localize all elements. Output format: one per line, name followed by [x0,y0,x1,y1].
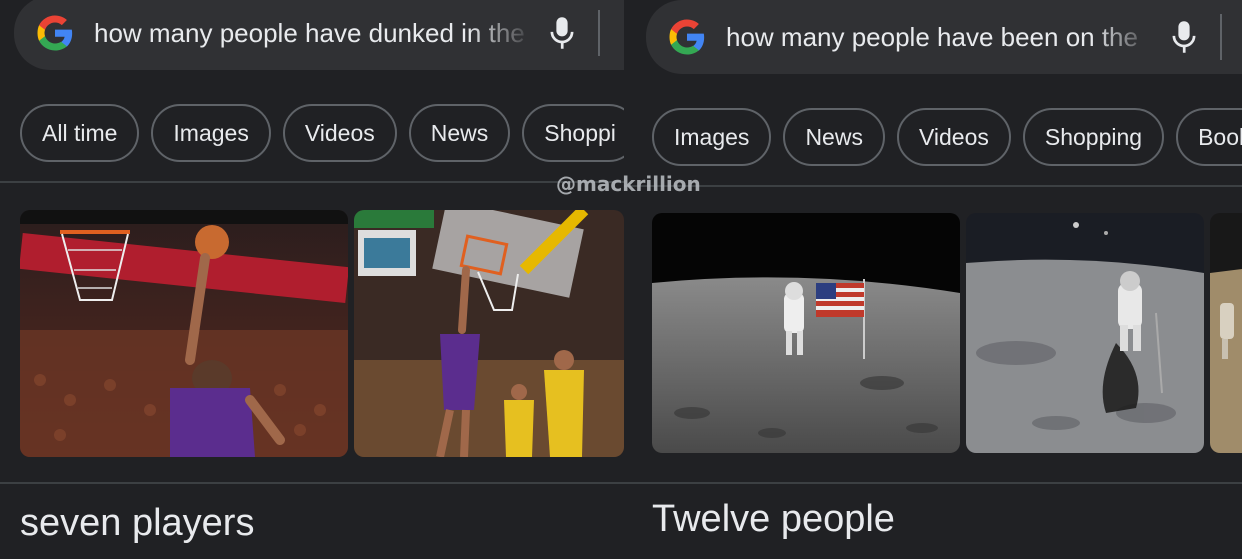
watermark-text: @mackrillion [556,172,701,196]
chip-books[interactable]: Book [1176,108,1242,166]
divider [624,482,1242,484]
filter-chips: Images News Videos Shopping Book [652,108,1242,166]
basketball-dunk-image-2[interactable] [354,210,624,457]
microphone-icon[interactable] [1170,19,1198,55]
basketball-dunk-image-1[interactable] [20,210,348,457]
chip-shopping[interactable]: Shoppi [522,104,624,162]
search-query-text[interactable]: how many people have been on the [726,22,1156,53]
microphone-icon[interactable] [548,15,576,51]
search-bar[interactable]: how many people have dunked in the [14,0,624,70]
chip-news[interactable]: News [783,108,885,166]
searchbar-divider [598,10,600,56]
divider [0,482,624,484]
answer-text: Twelve people [652,498,895,540]
chip-shopping[interactable]: Shopping [1022,108,1165,166]
google-logo-icon [669,19,705,55]
chip-images[interactable]: Images [151,104,271,162]
search-bar[interactable]: how many people have been on the [646,0,1242,74]
filter-chips: All time Images Videos News Shoppi [20,104,624,162]
search-query-text[interactable]: how many people have dunked in the [94,18,534,49]
google-logo-icon [37,15,73,51]
divider [0,181,624,183]
moon-astronaut-image[interactable] [966,213,1204,453]
chip-images[interactable]: Images [652,108,772,166]
chip-videos[interactable]: Videos [896,108,1011,166]
chip-news[interactable]: News [408,104,511,162]
left-search-panel: how many people have dunked in the All t… [0,0,624,559]
answer-text: seven players [20,502,255,544]
right-search-panel: how many people have been on the Images … [624,0,1242,559]
divider [624,185,1242,187]
moon-partial-image[interactable] [1210,213,1242,453]
searchbar-divider [1220,14,1222,60]
chip-videos[interactable]: Videos [282,104,397,162]
chip-all-time[interactable]: All time [20,104,140,162]
moon-landing-flag-image[interactable] [652,213,960,453]
